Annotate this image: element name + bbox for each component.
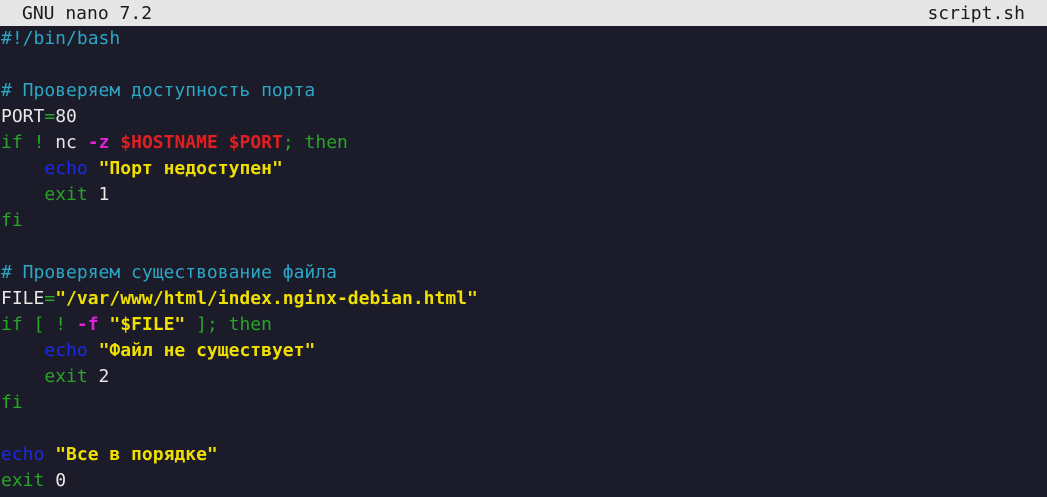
code-token: ! <box>55 314 77 335</box>
file-name: script.sh <box>927 2 1025 24</box>
code-token: echo <box>44 158 88 179</box>
code-token: ; then <box>282 132 348 153</box>
code-token: ! <box>33 132 45 153</box>
code-line[interactable]: echo "Файл не существует" <box>0 338 1047 364</box>
code-line[interactable]: exit 1 <box>0 182 1047 208</box>
code-token: exit <box>44 366 88 387</box>
code-token: fi <box>1 392 23 413</box>
code-token: # Проверяем доступность порта <box>1 80 316 101</box>
code-line[interactable] <box>0 52 1047 78</box>
code-token: exit <box>44 184 88 205</box>
code-token: 80 <box>55 106 77 127</box>
code-line[interactable] <box>0 234 1047 260</box>
code-token: if <box>1 132 23 153</box>
code-token: = <box>44 106 56 127</box>
code-token: 0 <box>44 470 67 491</box>
editor-text-area[interactable]: #!/bin/bash # Проверяем доступность порта… <box>0 26 1047 494</box>
code-line[interactable]: exit 0 <box>0 468 1047 494</box>
code-line[interactable]: if [ ! -f "$FILE" ]; then <box>0 312 1047 338</box>
app-version: GNU nano 7.2 <box>22 2 153 24</box>
code-token: "Порт недоступен" <box>98 158 283 179</box>
code-token: FILE <box>1 288 45 309</box>
code-token: $HOSTNAME <box>120 132 218 153</box>
code-token: -z <box>87 132 110 153</box>
code-line[interactable] <box>0 416 1047 442</box>
code-token: # Проверяем существование файла <box>1 262 337 283</box>
code-line[interactable]: # Проверяем существование файла <box>0 260 1047 286</box>
code-token: $PORT <box>228 132 283 153</box>
code-token: 1 <box>87 184 110 205</box>
code-line[interactable]: exit 2 <box>0 364 1047 390</box>
code-token: fi <box>1 210 23 231</box>
code-line[interactable]: FILE="/var/www/html/index.nginx-debian.h… <box>0 286 1047 312</box>
code-token: PORT <box>1 106 45 127</box>
code-token: echo <box>1 444 45 465</box>
code-token: nc <box>44 132 88 153</box>
code-token: = <box>44 288 56 309</box>
code-line[interactable]: echo "Все в порядке" <box>0 442 1047 468</box>
code-token: "Все в порядке" <box>55 444 218 465</box>
code-line[interactable]: PORT=80 <box>0 104 1047 130</box>
code-token: "Файл не существует" <box>98 340 316 361</box>
code-line[interactable]: # Проверяем доступность порта <box>0 78 1047 104</box>
code-token: "$FILE" <box>109 314 186 335</box>
code-token: ]; then <box>185 314 272 335</box>
code-token: "/var/www/html/index.nginx-debian.html" <box>55 288 478 309</box>
code-line[interactable]: fi <box>0 208 1047 234</box>
code-token: if [ <box>1 314 56 335</box>
code-token: -f <box>76 314 99 335</box>
code-token: 2 <box>87 366 110 387</box>
code-line[interactable]: if ! nc -z $HOSTNAME $PORT; then <box>0 130 1047 156</box>
nano-title-bar: GNU nano 7.2 script.sh <box>0 0 1047 26</box>
code-line[interactable]: fi <box>0 390 1047 416</box>
code-line[interactable]: echo "Порт недоступен" <box>0 156 1047 182</box>
code-line[interactable]: #!/bin/bash <box>0 26 1047 52</box>
code-token: echo <box>44 340 88 361</box>
code-token: #!/bin/bash <box>1 28 121 49</box>
code-token: exit <box>1 470 45 491</box>
